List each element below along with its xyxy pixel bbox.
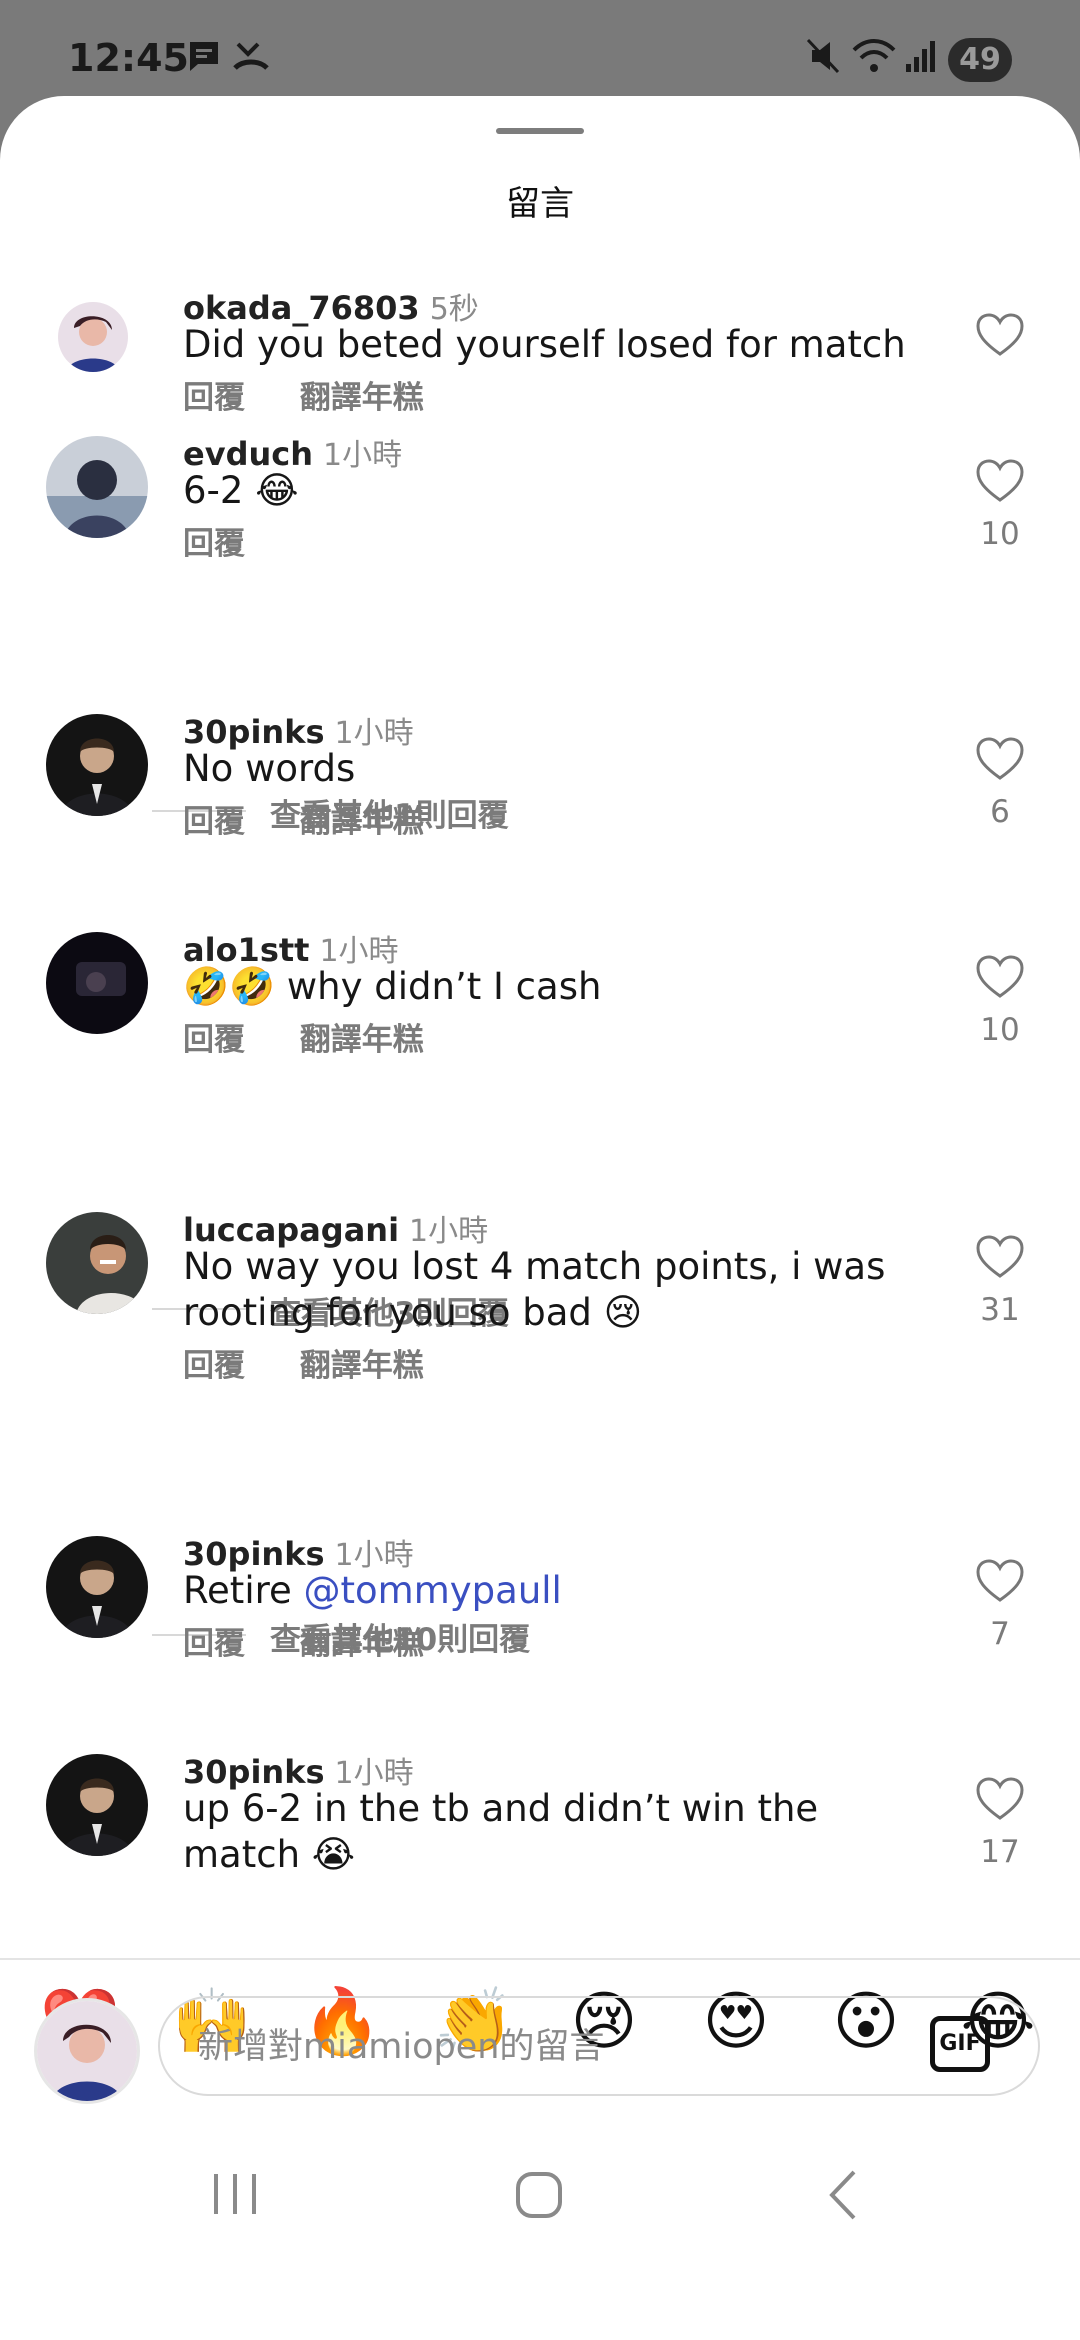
comment-text: 6-2 😂 bbox=[183, 469, 299, 512]
recent-apps-icon[interactable] bbox=[190, 2160, 280, 2230]
composer-avatar bbox=[34, 1998, 140, 2104]
back-icon[interactable] bbox=[798, 2160, 888, 2230]
avatar[interactable] bbox=[46, 1754, 148, 1856]
like-count: 6 bbox=[990, 794, 1010, 830]
heart-icon bbox=[976, 459, 1024, 502]
avatar[interactable] bbox=[46, 1212, 148, 1314]
like-count: 17 bbox=[980, 1834, 1020, 1870]
like-button[interactable]: 10 bbox=[968, 458, 1032, 552]
comment-actions: 回覆 翻譯年糕 bbox=[183, 1340, 468, 1385]
reply-button[interactable]: 回覆 bbox=[183, 1626, 245, 1662]
status-bar: 12:45 49 bbox=[0, 0, 1080, 110]
gif-button[interactable]: GIF bbox=[930, 2016, 990, 2072]
mute-icon bbox=[806, 38, 840, 74]
comment-actions: 回覆 翻譯年糕 bbox=[183, 1014, 468, 1059]
like-button[interactable]: 7 bbox=[968, 1558, 1032, 1652]
comments-sheet: 留言 okada_76803 5秒 Did you beted yourself … bbox=[0, 96, 1080, 2340]
like-button[interactable]: 31 bbox=[968, 1234, 1032, 1328]
heart-icon bbox=[976, 1235, 1024, 1278]
heart-icon bbox=[976, 313, 1024, 356]
comment-actions: 回覆 翻譯年糕 bbox=[183, 796, 468, 841]
message-icon bbox=[190, 42, 218, 71]
status-time: 12:45 bbox=[68, 36, 189, 80]
comment-text: Retire @tommypaull bbox=[183, 1569, 562, 1612]
comment-list[interactable]: okada_76803 5秒 Did you beted yourself los… bbox=[0, 274, 1080, 1958]
like-count: 10 bbox=[980, 1012, 1020, 1048]
avatar[interactable] bbox=[46, 932, 148, 1034]
mention-link[interactable]: @tommypaull bbox=[304, 1569, 562, 1612]
heart-icon bbox=[976, 1777, 1024, 1820]
translate-button[interactable]: 翻譯年糕 bbox=[300, 1022, 424, 1058]
reply-button[interactable]: 回覆 bbox=[183, 1348, 245, 1384]
heart-icon bbox=[976, 737, 1024, 780]
home-icon[interactable] bbox=[494, 2160, 584, 2230]
like-button[interactable] bbox=[968, 312, 1032, 358]
comment-actions: 回覆 翻譯年糕 bbox=[183, 372, 468, 417]
like-button[interactable]: 6 bbox=[968, 736, 1032, 830]
comment-actions: 回覆 bbox=[183, 518, 289, 563]
heart-icon bbox=[976, 1559, 1024, 1602]
translate-button[interactable]: 翻譯年糕 bbox=[300, 804, 424, 840]
system-nav-bar bbox=[0, 2140, 1080, 2244]
reply-button[interactable]: 回覆 bbox=[183, 380, 245, 416]
composer-divider bbox=[0, 1958, 1080, 1960]
comment-input[interactable] bbox=[196, 2016, 900, 2078]
translate-button[interactable]: 翻譯年糕 bbox=[300, 380, 424, 416]
comment-text: up 6-2 in the tb and didn’t win the matc… bbox=[183, 1787, 819, 1876]
translate-button[interactable]: 翻譯年糕 bbox=[300, 1626, 424, 1662]
like-count: 7 bbox=[990, 1616, 1010, 1652]
heart-icon bbox=[976, 955, 1024, 998]
avatar[interactable] bbox=[46, 436, 148, 538]
sheet-title: 留言 bbox=[506, 184, 574, 224]
avatar[interactable] bbox=[58, 302, 128, 372]
comment-actions: 回覆 翻譯年糕 bbox=[183, 1618, 468, 1663]
missed-call-icon bbox=[233, 42, 269, 70]
comment-text: No way you lost 4 match points, i was ro… bbox=[183, 1245, 886, 1334]
like-button[interactable]: 17 bbox=[968, 1776, 1032, 1870]
reply-button[interactable]: 回覆 bbox=[183, 526, 245, 562]
signal-icon bbox=[906, 41, 935, 72]
like-count: 31 bbox=[980, 1292, 1020, 1328]
comment-text: 🤣🤣 why didn’t I cash bbox=[183, 965, 602, 1008]
avatar[interactable] bbox=[46, 1536, 148, 1638]
comment-text: No words bbox=[183, 747, 356, 790]
translate-button[interactable]: 翻譯年糕 bbox=[300, 1348, 424, 1384]
like-button[interactable]: 10 bbox=[968, 954, 1032, 1048]
avatar[interactable] bbox=[46, 714, 148, 816]
reply-button[interactable]: 回覆 bbox=[183, 1022, 245, 1058]
comment-input-box[interactable]: GIF bbox=[158, 1996, 1040, 2096]
reply-button[interactable]: 回覆 bbox=[183, 804, 245, 840]
wifi-icon bbox=[852, 39, 896, 72]
like-count: 10 bbox=[980, 516, 1020, 552]
sheet-grabber[interactable] bbox=[496, 128, 584, 134]
battery-indicator: 49 bbox=[948, 38, 1012, 82]
comment-text: Did you beted yourself losed for match bbox=[183, 323, 906, 366]
